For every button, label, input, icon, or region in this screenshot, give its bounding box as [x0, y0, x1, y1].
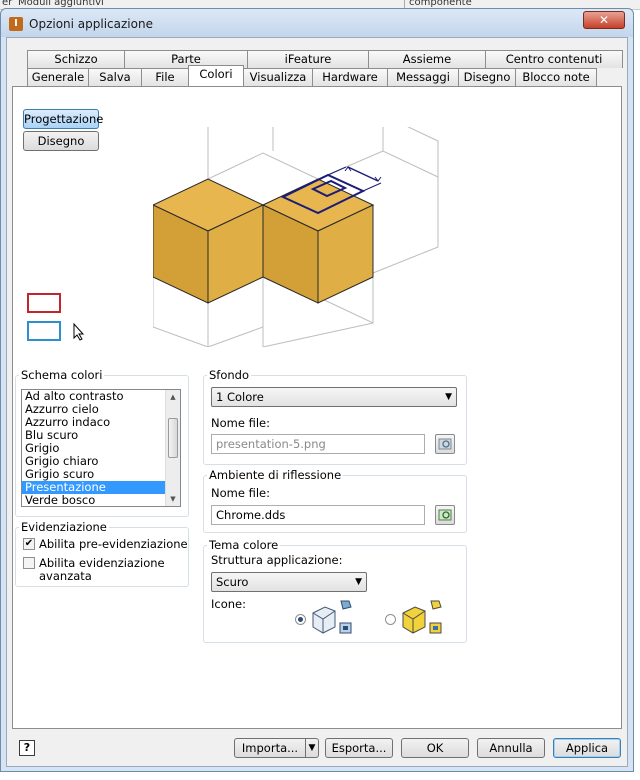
evidenziazione-label: Evidenziazione — [19, 520, 109, 534]
dropdown-arrow-icon: ▼ — [355, 577, 362, 587]
ok-button[interactable]: OK — [401, 738, 469, 758]
options-dialog: I Opzioni applicazione ✕ Schizzo Parte i… — [0, 8, 634, 772]
dropdown-arrow-icon: ▼ — [445, 392, 452, 402]
tab-schizzo[interactable]: Schizzo — [27, 50, 125, 68]
title-bar[interactable]: I Opzioni applicazione ✕ — [1, 9, 633, 37]
background-file-field[interactable]: presentation-5.png — [211, 434, 425, 454]
icon-theme-classic-radio[interactable] — [295, 614, 306, 625]
sample-blue-box — [27, 321, 61, 341]
advanced-highlight-checkbox[interactable] — [23, 557, 35, 569]
background-type-value: 1 Colore — [216, 390, 264, 404]
scroll-up-icon[interactable]: ▲ — [166, 390, 180, 404]
color-icon-preview — [402, 600, 442, 634]
export-button[interactable]: Esporta... — [325, 738, 393, 758]
list-scrollbar[interactable]: ▲ ▼ — [165, 390, 180, 506]
tab-centro-contenuti[interactable]: Centro contenuti — [485, 50, 623, 68]
struttura-value: Scuro — [216, 575, 249, 589]
help-button[interactable]: ? — [19, 740, 35, 756]
background-type-select[interactable]: 1 Colore ▼ — [211, 387, 457, 407]
import-button[interactable]: Importa... — [234, 738, 306, 758]
tab-disegno[interactable]: Disegno — [458, 68, 516, 86]
list-item[interactable]: Verde bosco — [22, 494, 180, 507]
tab-hardware[interactable]: Hardware — [312, 68, 388, 86]
reflection-label: Ambiente di riflessione — [207, 468, 344, 482]
background-file-label: Nome file: — [211, 416, 270, 430]
struttura-select[interactable]: Scuro ▼ — [211, 572, 367, 592]
icone-label: Icone: — [211, 597, 246, 611]
reflection-file-field[interactable]: Chrome.dds — [211, 505, 425, 525]
tab-file[interactable]: File — [141, 68, 189, 86]
tab-colori[interactable]: Colori — [188, 65, 244, 86]
background-right-text: componente — [404, 0, 472, 8]
app-icon: I — [9, 17, 23, 31]
background-browse-button[interactable] — [435, 434, 455, 454]
browse-image-icon — [438, 509, 452, 521]
background-fragment: er — [2, 0, 13, 8]
tema-colore-label: Tema colore — [207, 538, 281, 552]
tab-row-lower: Generale Salva File Colori Visualizza Ha… — [27, 65, 597, 86]
disegno-mode-button[interactable]: Disegno — [23, 131, 99, 151]
struttura-label: Struttura applicazione: — [211, 553, 343, 567]
cancel-button[interactable]: Annulla — [477, 738, 545, 758]
scroll-thumb[interactable] — [168, 418, 178, 458]
tab-ifeature[interactable]: iFeature — [247, 50, 369, 68]
close-button[interactable]: ✕ — [583, 11, 625, 29]
mouse-cursor-icon — [73, 323, 85, 341]
tab-blocco-note[interactable]: Blocco note — [515, 68, 597, 86]
color-scheme-list[interactable]: Ad alto contrasto Azzurro cielo Azzurro … — [21, 389, 181, 507]
pre-highlight-checkbox[interactable]: ✔ — [23, 538, 35, 550]
scroll-down-icon[interactable]: ▼ — [166, 492, 180, 506]
reflection-browse-button[interactable] — [435, 505, 455, 525]
tab-visualizza[interactable]: Visualizza — [243, 68, 313, 86]
classic-icon-preview — [312, 600, 352, 634]
colori-tab-panel: Progettazione Disegno Schema colori Ad a… — [12, 86, 622, 729]
sfondo-label: Sfondo — [207, 368, 252, 382]
import-dropdown-icon[interactable]: ▼ — [305, 738, 319, 758]
tab-generale[interactable]: Generale — [27, 68, 89, 86]
apply-button[interactable]: Applica — [553, 738, 621, 758]
progettazione-button[interactable]: Progettazione — [23, 109, 103, 129]
tab-messaggi[interactable]: Messaggi — [387, 68, 459, 86]
dimension-line — [347, 166, 379, 182]
advanced-highlight-label-line2[interactable]: avanzata — [39, 570, 92, 583]
schema-colori-label: Schema colori — [19, 368, 105, 382]
color-preview-illustration — [153, 127, 439, 347]
dialog-client-area: Schizzo Parte iFeature Assieme Centro co… — [6, 37, 628, 767]
background-menu-text: Moduli aggiuntivi — [18, 0, 104, 8]
sample-red-box — [27, 293, 61, 313]
tab-salva[interactable]: Salva — [88, 68, 142, 86]
window-title: Opzioni applicazione — [29, 17, 153, 31]
browse-folder-icon — [438, 438, 452, 450]
icon-theme-color-radio[interactable] — [385, 614, 396, 625]
tab-assieme[interactable]: Assieme — [368, 50, 486, 68]
tab-row-upper: Schizzo Parte iFeature Assieme Centro co… — [27, 50, 623, 68]
reflection-file-label: Nome file: — [211, 486, 270, 500]
pre-highlight-label[interactable]: Abilita pre-evidenziazione — [39, 538, 188, 551]
